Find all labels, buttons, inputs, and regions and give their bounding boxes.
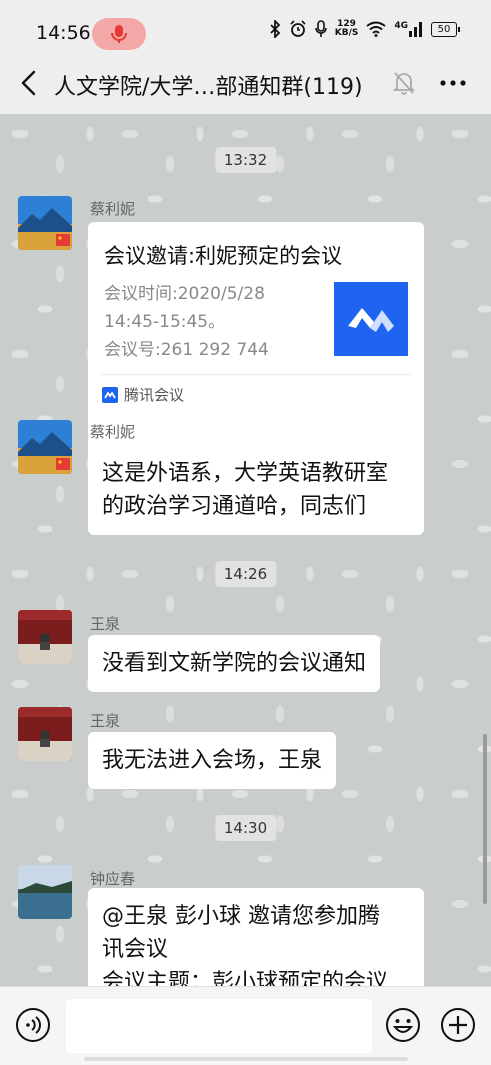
message-line: 的政治学习通道哈，同志们	[102, 494, 367, 519]
tencent-meeting-icon	[348, 308, 394, 332]
mute-bell-icon	[392, 72, 416, 95]
network-type: 4G	[394, 21, 408, 31]
plus-icon[interactable]	[440, 1007, 476, 1043]
card-source-label: 腾讯会议	[124, 386, 185, 404]
sender-name: 蔡利妮	[90, 200, 136, 218]
bluetooth-icon	[270, 20, 281, 38]
sender-name: 蔡利妮	[90, 423, 136, 441]
avatar[interactable]	[18, 196, 72, 250]
message-bubble[interactable]: @王泉 彭小球 邀请您参加腾 讯会议 会议主题：彭小球预定的会议	[88, 888, 424, 986]
alarm-icon	[290, 20, 306, 37]
system-icons: 129 KB/S 4G 50	[269, 20, 460, 38]
battery-level: 50	[437, 23, 451, 35]
sender-name: 钟应春	[90, 870, 136, 888]
avatar[interactable]	[18, 610, 72, 664]
tencent-meeting-small-icon	[102, 386, 118, 403]
signal-icon	[409, 22, 422, 37]
input-bar	[0, 986, 491, 1065]
chat-title: 人文学院/大学…部通知群(119)	[54, 75, 363, 100]
emoji-icon[interactable]	[385, 1007, 421, 1043]
card-line: 14:45-15:45。	[104, 312, 226, 332]
avatar-lake-image	[18, 865, 72, 919]
voice-input-icon[interactable]	[15, 1007, 51, 1043]
avatar[interactable]	[18, 420, 72, 474]
card-divider	[100, 374, 412, 375]
message-bubble[interactable]: 我无法进入会场，王泉	[88, 732, 337, 789]
scrollbar[interactable]	[483, 734, 487, 904]
message-line: 讯会议	[102, 937, 169, 962]
avatar[interactable]	[18, 865, 72, 919]
battery-icon: 50	[431, 21, 460, 37]
message-line: 会议主题：彭小球预定的会议	[102, 970, 389, 986]
card-line: 会议号:261 292 744	[104, 340, 269, 360]
chat-messages-area[interactable]: 13:32 蔡利妮 会议邀请:利妮预定的会议 会议时间:2020/5/28 14…	[0, 114, 491, 986]
network-speed: 129 KB/S	[335, 20, 359, 38]
network-speed-unit: KB/S	[334, 28, 359, 38]
card-source: 腾讯会议	[102, 384, 184, 405]
avatar[interactable]	[18, 707, 72, 761]
avatar-landscape-image	[18, 420, 72, 474]
avatar-meeting-photo	[18, 610, 72, 664]
time-divider: 14:26	[214, 561, 277, 587]
more-options-icon[interactable]	[438, 72, 468, 94]
message-line: @王泉 彭小球 邀请您参加腾	[102, 904, 380, 929]
message-bubble[interactable]: 这是外语系，大学英语教研室 的政治学习通道哈，同志们	[88, 445, 424, 535]
avatar-landscape-image	[18, 196, 72, 250]
time-divider: 13:32	[214, 147, 277, 173]
status-time: 14:56	[36, 22, 91, 44]
home-indicator	[84, 1057, 408, 1061]
card-description: 会议时间:2020/5/28 14:45-15:45。 会议号:261 292 …	[104, 280, 324, 364]
card-title: 会议邀请:利妮预定的会议	[104, 244, 343, 268]
time-divider: 14:30	[214, 815, 277, 841]
avatar-meeting-photo	[18, 707, 72, 761]
chat-header: 人文学院/大学…部通知群(119)	[0, 56, 491, 112]
microphone-status-icon	[314, 20, 327, 37]
mic-recording-indicator[interactable]	[92, 18, 146, 50]
message-bubble[interactable]: 没看到文新学院的会议通知	[88, 635, 381, 692]
card-line: 会议时间:2020/5/28	[104, 284, 265, 304]
back-arrow-icon[interactable]	[16, 68, 42, 98]
sender-name: 王泉	[90, 615, 121, 633]
message-line: 这是外语系，大学英语教研室	[102, 461, 389, 486]
tencent-meeting-logo-thumbnail	[334, 282, 408, 356]
sender-name: 王泉	[90, 712, 121, 730]
microphone-icon	[111, 25, 127, 43]
message-input[interactable]	[66, 999, 372, 1053]
wifi-icon	[366, 21, 386, 37]
cellular-signal: 4G	[394, 21, 423, 37]
